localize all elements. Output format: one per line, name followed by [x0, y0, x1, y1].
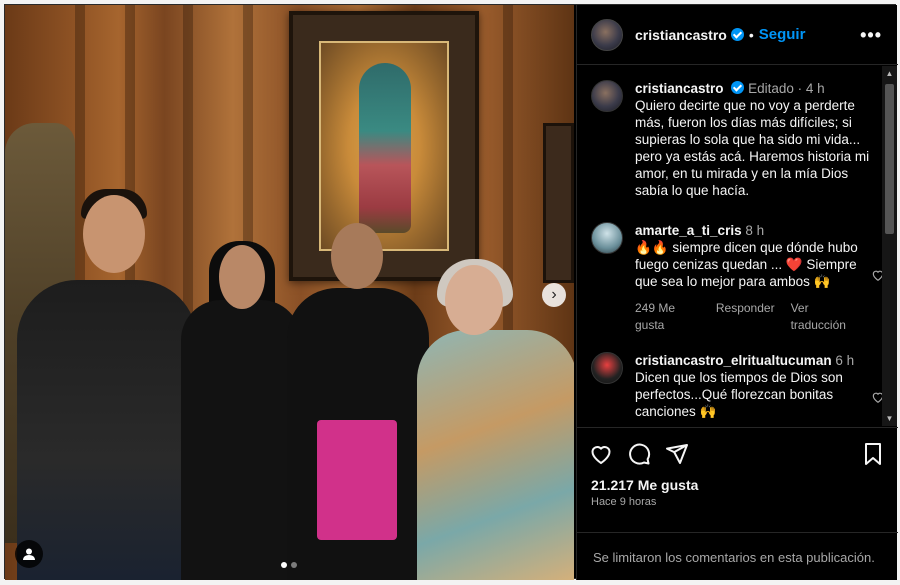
header-separator: • [748, 26, 754, 43]
comments-scrollbar[interactable]: ▲ ▼ [882, 66, 897, 426]
carousel-indicator [281, 562, 297, 568]
caption-avatar[interactable] [591, 80, 623, 112]
scroll-up-arrow-icon[interactable]: ▲ [882, 66, 897, 81]
comment: cristiancastro_elritualtucuman 6 h Dicen… [591, 352, 883, 420]
comment-text: 🔥🔥 siempre dicen que dónde hubo fuego ce… [635, 240, 858, 289]
virgin-painting [319, 41, 449, 251]
comment-text: Dicen que los tiempos de Dios son perfec… [635, 370, 843, 419]
action-icons [589, 442, 689, 466]
next-arrow-icon[interactable]: › [542, 283, 566, 307]
author-username[interactable]: cristiancastro [635, 27, 727, 43]
verified-badge-icon [730, 28, 744, 41]
follow-button[interactable]: Seguir [759, 26, 806, 43]
person-1-head [83, 195, 145, 273]
post-side-panel: cristiancastro • Seguir ••• cristiancast… [576, 5, 898, 580]
comment-time: 6 h [835, 353, 855, 368]
instagram-post-modal: › cristiancastro • Seguir ••• cristianca… [4, 4, 898, 580]
person-3-head [331, 223, 383, 289]
comment-likes[interactable]: 249 Me gusta [635, 300, 700, 334]
caption-separator: · [797, 81, 803, 96]
post-time: Hace 9 horas [591, 496, 657, 508]
side-frame [543, 123, 574, 283]
reply-button[interactable]: Responder [716, 300, 775, 334]
post-photo[interactable]: › [5, 5, 574, 580]
share-icon[interactable] [665, 442, 689, 466]
translate-button[interactable]: Ver traducción [791, 300, 859, 334]
post-actions-bar: 21.217 Me gusta Hace 9 horas [577, 427, 898, 531]
scrollbar-thumb[interactable] [885, 84, 894, 234]
person-3-sash [317, 420, 397, 540]
virgin-painting-frame [289, 11, 479, 281]
post-header: cristiancastro • Seguir ••• [577, 5, 898, 65]
caption-time: 4 h [805, 81, 825, 96]
comments-list[interactable]: cristiancastro Editado · 4 h Quiero deci… [577, 66, 883, 426]
person-2-body [181, 300, 301, 580]
person-4-head [445, 265, 503, 335]
person-1-body [17, 280, 197, 580]
carousel-dot [291, 562, 297, 568]
comment-time: 8 h [745, 223, 765, 238]
virgin-figure [359, 63, 411, 233]
comment-icon[interactable] [627, 442, 651, 466]
comment: amarte_a_ti_cris 8 h 🔥🔥 siempre dicen qu… [591, 222, 883, 334]
likes-count[interactable]: 21.217 Me gusta [591, 477, 698, 493]
bookmark-icon[interactable] [862, 442, 884, 466]
caption-text: Quiero decirte que no voy a perderte más… [635, 98, 870, 198]
scroll-down-arrow-icon[interactable]: ▼ [882, 411, 897, 426]
user-tag-icon[interactable] [15, 540, 43, 568]
commenter-avatar[interactable] [591, 222, 623, 254]
comment-username[interactable]: cristiancastro_elritualtucuman [635, 353, 832, 368]
more-options-icon[interactable]: ••• [860, 25, 882, 46]
comments-limited-notice: Se limitaron los comentarios en esta pub… [577, 532, 898, 580]
comment-username[interactable]: amarte_a_ti_cris [635, 223, 742, 238]
comment-actions: 249 Me gusta Responder Ver traducción [635, 300, 859, 334]
commenter-avatar[interactable] [591, 352, 623, 384]
person-4-body [417, 330, 574, 580]
caption: cristiancastro Editado · 4 h Quiero deci… [591, 80, 877, 199]
caption-edited-label: Editado [748, 81, 794, 96]
author-avatar[interactable] [591, 18, 623, 51]
heart-icon[interactable] [589, 442, 613, 466]
verified-badge-icon [731, 81, 745, 94]
carousel-dot-active [281, 562, 287, 568]
caption-username[interactable]: cristiancastro [635, 81, 724, 96]
person-2-head [219, 245, 265, 309]
